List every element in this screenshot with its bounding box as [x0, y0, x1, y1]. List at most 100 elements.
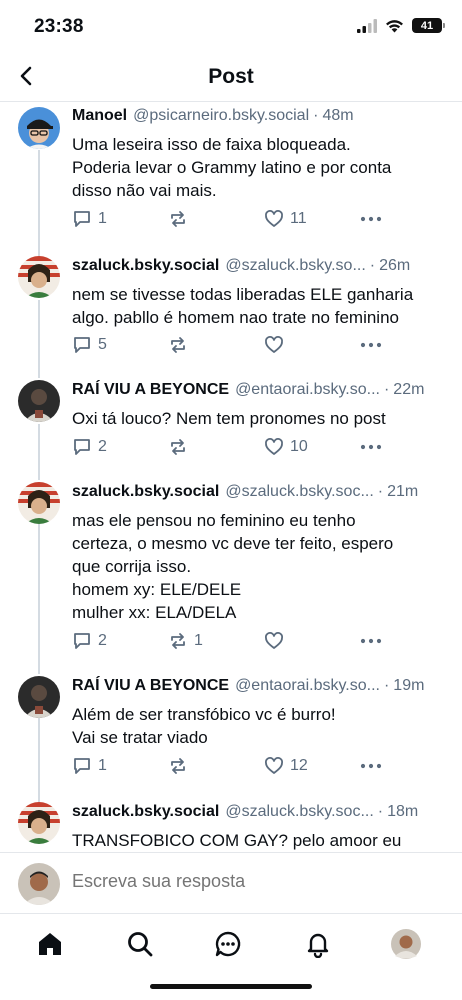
- more-button[interactable]: [360, 209, 382, 229]
- author-handle[interactable]: @szaluck.bsky.so...: [225, 257, 365, 275]
- reply-icon: [74, 439, 90, 455]
- post-actions: 2 10: [72, 437, 392, 461]
- post-time: 21m: [387, 483, 419, 500]
- ellipsis-icon: [360, 444, 382, 450]
- author-handle[interactable]: @szaluck.bsky.soc...: [225, 803, 373, 821]
- author-name[interactable]: szaluck.bsky.social: [72, 257, 219, 275]
- author-handle[interactable]: @szaluck.bsky.soc...: [225, 483, 373, 501]
- repost-button[interactable]: 1: [168, 631, 203, 651]
- author-name[interactable]: RAÍ VIU A BEYONCE: [72, 381, 229, 399]
- chat-icon: [215, 931, 241, 957]
- post-item[interactable]: szaluck.bsky.social @szaluck.bsky.soc...…: [0, 798, 462, 852]
- reply-button[interactable]: 2: [72, 631, 107, 651]
- cartoon-avatar[interactable]: [18, 802, 60, 844]
- repost-icon: [171, 633, 185, 649]
- cap-avatar[interactable]: [18, 107, 60, 149]
- repost-icon: [171, 211, 185, 227]
- ellipsis-icon: [360, 342, 382, 348]
- post-text: Oxi tá louco? Nem tem pronomes no post: [72, 409, 386, 428]
- post-actions: 2 1: [72, 631, 392, 655]
- repost-icon: [171, 758, 185, 774]
- more-button[interactable]: [360, 756, 382, 776]
- post-item[interactable]: RAÍ VIU A BEYONCE @entaorai.bsky.so... ·…: [0, 376, 462, 474]
- reply-button[interactable]: 1: [72, 756, 107, 776]
- thread: Manoel @psicarneiro.bsky.social · 48m Um…: [0, 102, 462, 852]
- more-button[interactable]: [360, 335, 382, 355]
- author-handle[interactable]: @entaorai.bsky.so...: [235, 381, 380, 399]
- wifi-icon: [386, 19, 403, 32]
- post-time: 48m: [322, 107, 354, 124]
- repost-button[interactable]: [168, 335, 194, 355]
- repost-button[interactable]: [168, 437, 194, 457]
- ellipsis-icon: [360, 763, 382, 769]
- like-button[interactable]: 11: [264, 209, 307, 229]
- page-title: Post: [208, 65, 254, 88]
- repost-button[interactable]: [168, 756, 194, 776]
- nav-home[interactable]: [34, 928, 66, 960]
- search-icon: [128, 932, 153, 957]
- like-button[interactable]: [264, 631, 290, 651]
- post-time: 26m: [379, 257, 411, 274]
- status-time: 23:38: [34, 16, 84, 37]
- like-count: 10: [290, 438, 308, 455]
- profile-avatar: [391, 929, 421, 959]
- reply-count: 2: [98, 438, 107, 455]
- dark-photo-avatar[interactable]: [18, 380, 60, 422]
- reply-icon: [74, 758, 90, 774]
- reply-button[interactable]: 2: [72, 437, 107, 457]
- home-indicator: [150, 984, 312, 989]
- ellipsis-icon: [360, 638, 382, 644]
- post-header: Manoel @psicarneiro.bsky.social · 48m: [72, 107, 452, 125]
- author-handle[interactable]: @entaorai.bsky.so...: [235, 677, 380, 695]
- post-time: 18m: [387, 803, 419, 820]
- separator-dot: ·: [377, 803, 384, 820]
- post-text: mas ele pensou no feminino eu tenho cert…: [72, 511, 394, 622]
- like-button[interactable]: 10: [264, 437, 308, 457]
- author-name[interactable]: Manoel: [72, 107, 127, 125]
- reply-count: 2: [98, 632, 107, 649]
- like-button[interactable]: 12: [264, 756, 308, 776]
- post-header: RAÍ VIU A BEYONCE @entaorai.bsky.so... ·…: [72, 677, 452, 695]
- nav-chat[interactable]: [212, 928, 244, 960]
- author-name[interactable]: RAÍ VIU A BEYONCE: [72, 677, 229, 695]
- reply-icon: [74, 211, 90, 227]
- separator-dot: ·: [377, 483, 384, 500]
- post-text: Além de ser transfóbico vc é burro! Vai …: [72, 705, 336, 747]
- reply-icon: [74, 337, 90, 353]
- separator-dot: ·: [383, 677, 390, 694]
- nav-profile[interactable]: [390, 928, 422, 960]
- separator-dot: ·: [313, 107, 319, 124]
- reply-count: 1: [98, 210, 107, 227]
- post-text: nem se tivesse todas liberadas ELE ganha…: [72, 285, 414, 327]
- dark-photo-avatar[interactable]: [18, 676, 60, 718]
- reply-button[interactable]: 5: [72, 335, 107, 355]
- like-button[interactable]: [264, 335, 290, 355]
- repost-button[interactable]: [168, 209, 194, 229]
- repost-icon: [171, 337, 185, 353]
- author-name[interactable]: szaluck.bsky.social: [72, 803, 219, 821]
- reply-input[interactable]: [72, 871, 432, 892]
- nav-search[interactable]: [124, 928, 156, 960]
- nav-notifications[interactable]: [302, 928, 334, 960]
- more-button[interactable]: [360, 631, 382, 651]
- post-time: 19m: [393, 677, 425, 694]
- post-item[interactable]: Manoel @psicarneiro.bsky.social · 48m Um…: [0, 102, 462, 247]
- post-item[interactable]: szaluck.bsky.social @szaluck.bsky.soc...…: [0, 478, 462, 668]
- battery-icon: 41: [412, 18, 445, 33]
- post-text: Uma leseira isso de faixa bloqueada. Pod…: [72, 135, 392, 200]
- reply-button[interactable]: 1: [72, 209, 107, 229]
- header: Post: [0, 52, 462, 102]
- cartoon-avatar[interactable]: [18, 256, 60, 298]
- bell-icon: [307, 933, 329, 958]
- heart-icon: [265, 757, 283, 774]
- heart-icon: [265, 438, 283, 455]
- signal-icon: [357, 18, 377, 33]
- status-bar: 23:38 41: [0, 0, 462, 52]
- author-handle[interactable]: @psicarneiro.bsky.social: [133, 107, 309, 125]
- post-item[interactable]: szaluck.bsky.social @szaluck.bsky.so... …: [0, 252, 462, 372]
- cartoon-avatar[interactable]: [18, 482, 60, 524]
- reply-count: 1: [98, 757, 107, 774]
- author-name[interactable]: szaluck.bsky.social: [72, 483, 219, 501]
- post-item[interactable]: RAÍ VIU A BEYONCE @entaorai.bsky.so... ·…: [0, 672, 462, 792]
- more-button[interactable]: [360, 437, 382, 457]
